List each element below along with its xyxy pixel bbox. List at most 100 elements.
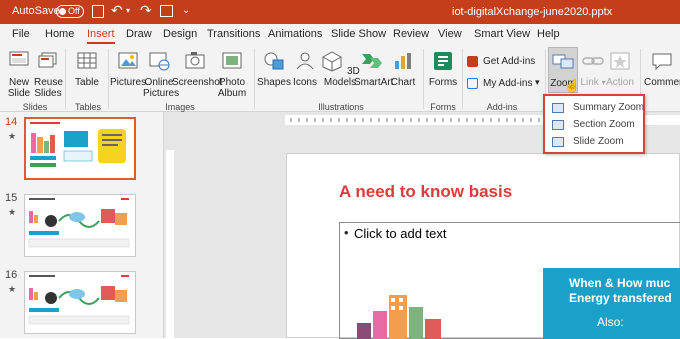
new-slide-label: New Slide <box>7 77 31 99</box>
ribbon-tabs: File Home Insert Draw Design Transitions… <box>0 24 680 45</box>
redo-icon[interactable]: ↷ <box>140 2 152 19</box>
tab-draw[interactable]: Draw <box>126 28 152 40</box>
separator <box>423 49 424 109</box>
group-slides-label: Slides <box>22 102 48 112</box>
callout-line-1: When & How muc <box>569 276 671 290</box>
slide-canvas: A need to know basis • Click to add text… <box>286 153 680 339</box>
qat-customize-icon[interactable]: ⌄ <box>182 5 190 16</box>
chart-button[interactable]: Chart <box>390 50 416 88</box>
chart-icon <box>395 53 411 69</box>
zoom-icon <box>552 54 574 69</box>
chart-label: Chart <box>390 77 416 88</box>
get-addins-button[interactable]: Get Add-ins <box>467 55 539 71</box>
addins-icon <box>467 78 478 89</box>
chevron-down-icon: ▾ <box>535 77 540 87</box>
tab-insert-underline <box>87 42 115 44</box>
smartart-icon <box>362 54 382 68</box>
online-pictures-icon <box>149 52 170 71</box>
link-button[interactable]: Link ▾ <box>580 50 606 88</box>
action-button[interactable]: Action <box>604 50 636 88</box>
store-icon <box>467 56 478 67</box>
pictures-icon <box>118 52 138 69</box>
comment-label: Comment <box>644 77 680 88</box>
link-label: Link <box>580 77 599 88</box>
pictures-label: Pictures <box>110 77 147 88</box>
forms-label: Forms <box>428 77 458 88</box>
photo-album-icon <box>222 52 242 69</box>
undo-icon[interactable]: ↶ <box>111 2 123 19</box>
thumb-number: 15 <box>5 192 18 204</box>
summary-zoom-item[interactable]: Summary Zoom <box>549 100 645 116</box>
present-icon[interactable] <box>160 5 173 17</box>
new-slide-button[interactable]: New Slide <box>4 50 34 99</box>
action-label: Action <box>606 77 634 88</box>
link-icon <box>582 57 604 65</box>
autosave-toggle[interactable]: Off <box>56 5 84 18</box>
tab-transitions[interactable]: Transitions <box>207 28 260 40</box>
screenshot-label: Screenshot <box>172 77 223 88</box>
thumb-star-icon: ★ <box>8 207 17 217</box>
callout-box[interactable]: When & How muc Energy transfered Also: <box>543 268 680 339</box>
tab-animations[interactable]: Animations <box>268 28 322 40</box>
forms-button[interactable]: Forms <box>428 50 458 88</box>
section-zoom-item[interactable]: Section Zoom <box>549 117 643 133</box>
table-label: Table <box>75 77 99 88</box>
separator <box>462 49 463 109</box>
section-zoom-icon <box>552 120 564 130</box>
group-images-label: Images <box>165 102 195 112</box>
my-addins-label: My Add-ins <box>483 78 533 89</box>
tab-file[interactable]: File <box>12 28 30 40</box>
comment-icon <box>652 53 672 71</box>
undo-dropdown-icon[interactable]: ▾ <box>126 6 130 15</box>
slide-title[interactable]: A need to know basis <box>339 182 512 202</box>
summary-zoom-label: Summary Zoom <box>573 102 645 113</box>
3d-cube-icon <box>322 51 342 72</box>
new-slide-icon <box>9 51 29 66</box>
zoom-dropdown-menu: Summary Zoom Section Zoom Slide Zoom <box>543 94 645 154</box>
city-illustration <box>357 295 441 339</box>
vertical-ruler <box>166 150 174 338</box>
pictures-button[interactable]: Pictures <box>110 50 146 88</box>
shapes-button[interactable]: Shapes <box>257 50 291 88</box>
slide-thumbnail-15[interactable] <box>24 194 136 257</box>
table-button[interactable]: Table <box>72 50 102 88</box>
thumb-star-icon: ★ <box>8 284 17 294</box>
screenshot-button[interactable]: Screenshot <box>172 50 223 88</box>
action-star-icon <box>610 52 630 70</box>
slide-thumbnail-14[interactable] <box>24 117 136 180</box>
slide-thumbnail-16[interactable] <box>24 271 136 334</box>
comment-button[interactable]: Comment <box>644 50 680 88</box>
group-forms-label: Forms <box>430 102 456 112</box>
callout-line-3: Also: <box>597 315 624 329</box>
slide-zoom-label: Slide Zoom <box>573 136 624 147</box>
thumb-number: 14 <box>5 116 18 128</box>
tab-insert[interactable]: Insert <box>87 28 115 40</box>
tab-review[interactable]: Review <box>393 28 429 40</box>
group-illustrations-label: Illustrations <box>318 102 364 112</box>
tab-home[interactable]: Home <box>45 28 74 40</box>
tab-design[interactable]: Design <box>163 28 197 40</box>
save-icon[interactable] <box>92 5 104 18</box>
smartart-button[interactable]: SmartArt <box>354 50 393 88</box>
online-pictures-button[interactable]: Online Pictures <box>143 50 179 99</box>
icons-button[interactable]: Icons <box>291 50 319 88</box>
separator <box>108 49 109 109</box>
my-addins-button[interactable]: My Add-ins ▾ <box>467 77 543 93</box>
tab-slide-show[interactable]: Slide Show <box>331 28 386 40</box>
summary-zoom-icon <box>552 103 564 113</box>
separator <box>65 49 66 109</box>
reuse-slides-button[interactable]: Reuse Slides <box>34 50 63 99</box>
thumb-number: 16 <box>5 269 18 281</box>
photo-album-button[interactable]: Photo Album <box>216 50 248 99</box>
icons-label: Icons <box>293 77 317 88</box>
group-addins-label: Add-ins <box>486 102 518 112</box>
title-bar: AutoSave Off ↶ ▾ ↷ ⌄ iot-digitalXchange-… <box>0 0 680 24</box>
screenshot-icon <box>185 52 205 69</box>
tab-smart-view[interactable]: Smart View <box>474 28 530 40</box>
toggle-knob <box>59 8 66 15</box>
thumbnail-14-content <box>30 122 126 167</box>
thumbnail-15-content <box>28 198 130 248</box>
slide-zoom-item[interactable]: Slide Zoom <box>549 134 643 150</box>
tab-help[interactable]: Help <box>537 28 560 40</box>
tab-view[interactable]: View <box>438 28 462 40</box>
